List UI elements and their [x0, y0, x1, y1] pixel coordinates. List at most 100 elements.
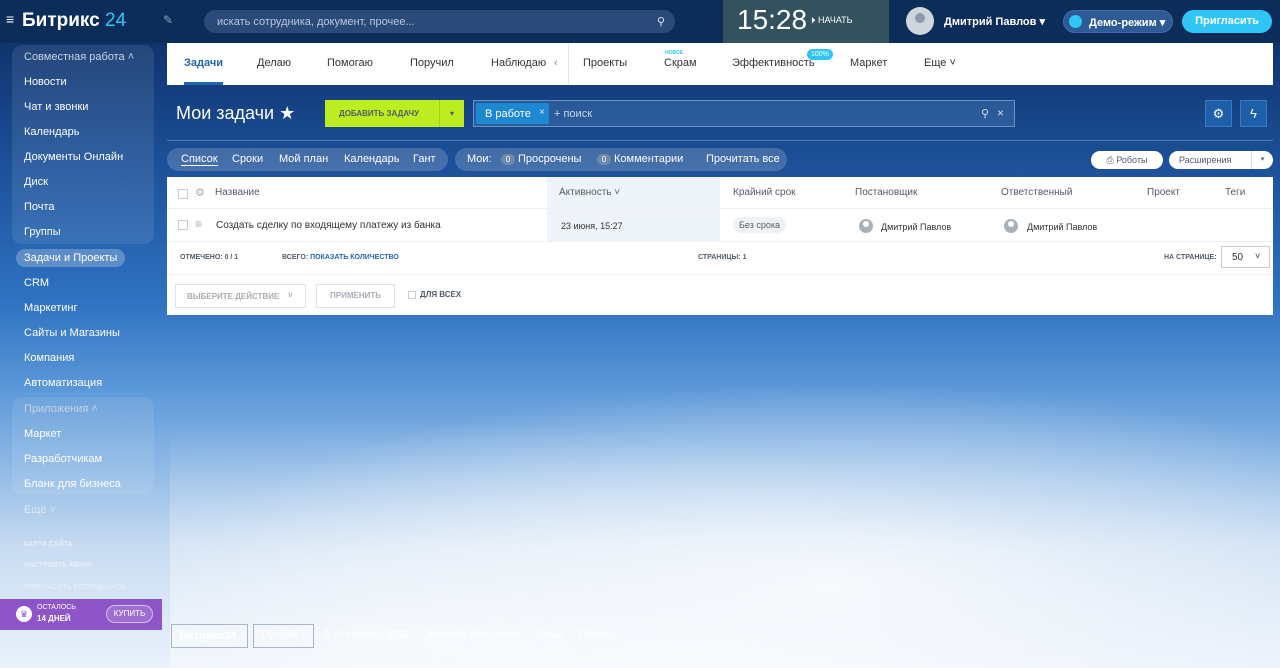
- task-name[interactable]: Создать сделку по входящему платежу из б…: [216, 220, 441, 231]
- footer-link-themes[interactable]: Темы: [538, 629, 563, 640]
- sidebar-item-automation[interactable]: Автоматизация: [24, 377, 102, 389]
- demo-mode-button[interactable]: Демо-режим ▾: [1063, 10, 1173, 33]
- tab-more[interactable]: Еще ˅: [924, 57, 956, 69]
- logo[interactable]: Битрикс 24: [22, 10, 126, 32]
- row-menu-icon[interactable]: ≡: [195, 217, 202, 231]
- configure-menu-link[interactable]: НАСТРОИТЬ МЕНЮ: [24, 562, 92, 569]
- invite-employees-link[interactable]: ПРИГЛАСИТЬ СОТРУДНИКОВ: [24, 584, 127, 591]
- settings-gear-icon[interactable]: ⚙: [1205, 100, 1232, 127]
- sidebar-item-tasks[interactable]: Задачи и Проекты: [24, 252, 117, 264]
- invite-button[interactable]: Пригласить: [1182, 10, 1272, 33]
- col-tags[interactable]: Теги: [1225, 187, 1245, 198]
- divider: [167, 140, 1273, 141]
- sitemap-link[interactable]: КАРТА САЙТА: [24, 541, 73, 548]
- copyright: © «Битрикс», 2022: [323, 629, 410, 640]
- divider: [167, 241, 1273, 242]
- extensions-button[interactable]: Расширения ▾: [1169, 151, 1273, 169]
- sidebar-item-mail[interactable]: Почта: [24, 201, 55, 213]
- tab-doing[interactable]: Делаю: [257, 57, 291, 69]
- footer-link-print[interactable]: Печать: [579, 629, 612, 640]
- view-calendar[interactable]: Календарь: [344, 153, 400, 165]
- search-input[interactable]: [204, 10, 675, 33]
- view-deadlines[interactable]: Сроки: [232, 153, 263, 165]
- tab-scrum[interactable]: Скрам: [664, 57, 697, 69]
- search-icon[interactable]: ⚲: [981, 107, 989, 120]
- sidebar-item-market[interactable]: Маркет: [24, 428, 61, 440]
- tab-efficiency[interactable]: Эффективность: [732, 57, 815, 69]
- sidebar-item-marketing[interactable]: Маркетинг: [24, 302, 77, 314]
- action-select[interactable]: ВЫБЕРИТЕ ДЕЙСТВИЕ ˅: [175, 284, 306, 308]
- chevron-down-icon[interactable]: ▾: [1251, 151, 1273, 169]
- tab-helping[interactable]: Помогаю: [327, 57, 373, 69]
- tab-market[interactable]: Маркет: [850, 57, 887, 69]
- tab-tasks[interactable]: Задачи: [184, 57, 223, 69]
- sidebar-group-title-apps[interactable]: Приложения ˄: [24, 403, 98, 415]
- filter-chip[interactable]: В работе ×: [476, 103, 549, 124]
- task-creator[interactable]: Дмитрий Павлов: [881, 222, 951, 232]
- buy-button[interactable]: КУПИТЬ: [106, 605, 153, 623]
- sidebar-group-title[interactable]: Совместная работа ˄: [24, 51, 134, 63]
- tab-assigned[interactable]: Поручил: [410, 57, 454, 69]
- per-page-select[interactable]: 50 ˅: [1221, 246, 1270, 268]
- sidebar-item-documents[interactable]: Документы Онлайн: [24, 151, 123, 163]
- footer-logo[interactable]: Битрикс24: [171, 624, 248, 648]
- close-icon[interactable]: ×: [539, 107, 545, 118]
- per-page-value: 50: [1232, 252, 1244, 263]
- add-task-button[interactable]: ДОБАВИТЬ ЗАДАЧУ ▾: [325, 100, 464, 127]
- col-project[interactable]: Проект: [1147, 187, 1180, 198]
- sidebar-item-news[interactable]: Новости: [24, 76, 67, 88]
- view-plan[interactable]: Мой план: [279, 153, 328, 165]
- active-tab-underline: [184, 82, 223, 85]
- tab-watching[interactable]: Наблюдаю: [491, 57, 546, 69]
- col-responsible[interactable]: Ответственный: [1001, 187, 1072, 198]
- task-activity: 23 июня, 15:27: [561, 221, 623, 231]
- chevron-down-icon: ˅: [288, 291, 293, 300]
- comments-link[interactable]: Комментарии: [614, 153, 683, 165]
- sidebar-item-forms[interactable]: Бланк для бизнеса: [24, 478, 121, 490]
- search-icon[interactable]: ⚲: [657, 15, 665, 28]
- sidebar-item-sites[interactable]: Сайты и Магазины: [24, 327, 120, 339]
- overdue-link[interactable]: Просрочены: [518, 153, 581, 165]
- filter-search-bar[interactable]: В работе × + поиск ⚲ ×: [473, 100, 1015, 127]
- sidebar-item-crm[interactable]: CRM: [24, 277, 49, 289]
- sidebar-more[interactable]: Ещё ˅: [24, 504, 56, 516]
- add-task-dropdown-icon[interactable]: ▾: [439, 100, 464, 127]
- work-day-clock[interactable]: 15:28 ⏵ НАЧАТЬ: [723, 0, 889, 43]
- footer-link-implementation[interactable]: Заказать внедрение: [426, 629, 520, 640]
- sidebar-item-groups[interactable]: Группы: [24, 226, 61, 238]
- grid-settings-icon[interactable]: ⚙: [195, 186, 205, 199]
- extensions-label: Расширения: [1179, 155, 1232, 165]
- for-all-checkbox[interactable]: [408, 291, 416, 299]
- deadline-badge[interactable]: Без срока: [733, 217, 786, 233]
- pencil-icon[interactable]: ✎: [163, 13, 173, 27]
- filter-chip-label: В работе: [485, 108, 531, 120]
- robots-button[interactable]: ⎙ Роботы: [1091, 151, 1163, 169]
- apply-button[interactable]: ПРИМЕНИТЬ: [316, 284, 395, 308]
- col-activity[interactable]: Активность ˅: [559, 187, 620, 198]
- col-name[interactable]: Название: [215, 187, 260, 198]
- tabs-scroll-left-icon[interactable]: ‹: [554, 57, 558, 69]
- sidebar-item-disk[interactable]: Диск: [24, 176, 48, 188]
- col-deadline[interactable]: Крайний срок: [733, 187, 796, 198]
- sidebar-item-calendar[interactable]: Календарь: [24, 126, 80, 138]
- row-checkbox[interactable]: [178, 220, 188, 230]
- filter-placeholder[interactable]: + поиск: [554, 108, 592, 120]
- language-select[interactable]: Русский ˅: [253, 624, 314, 648]
- read-all-link[interactable]: Прочитать все: [706, 153, 780, 165]
- start-workday-button[interactable]: ⏵ НАЧАТЬ: [811, 15, 853, 26]
- clear-icon[interactable]: ×: [997, 106, 1004, 120]
- sidebar-item-developers[interactable]: Разработчикам: [24, 453, 102, 465]
- show-count-link[interactable]: ПОКАЗАТЬ КОЛИЧЕСТВО: [310, 254, 399, 261]
- task-responsible[interactable]: Дмитрий Павлов: [1027, 222, 1097, 232]
- select-all-checkbox[interactable]: [178, 189, 188, 199]
- star-icon[interactable]: ★: [279, 103, 295, 123]
- tab-projects[interactable]: Проекты: [583, 57, 627, 69]
- view-list[interactable]: Список: [181, 153, 218, 166]
- sidebar-item-company[interactable]: Компания: [24, 352, 74, 364]
- tab-separator: [568, 43, 569, 85]
- lightning-icon[interactable]: ϟ: [1240, 100, 1267, 127]
- sidebar-item-chat[interactable]: Чат и звонки: [24, 101, 88, 113]
- hamburger-menu-icon[interactable]: ≡: [6, 12, 18, 26]
- col-creator[interactable]: Постановщик: [855, 187, 917, 198]
- view-gantt[interactable]: Гант: [413, 153, 436, 165]
